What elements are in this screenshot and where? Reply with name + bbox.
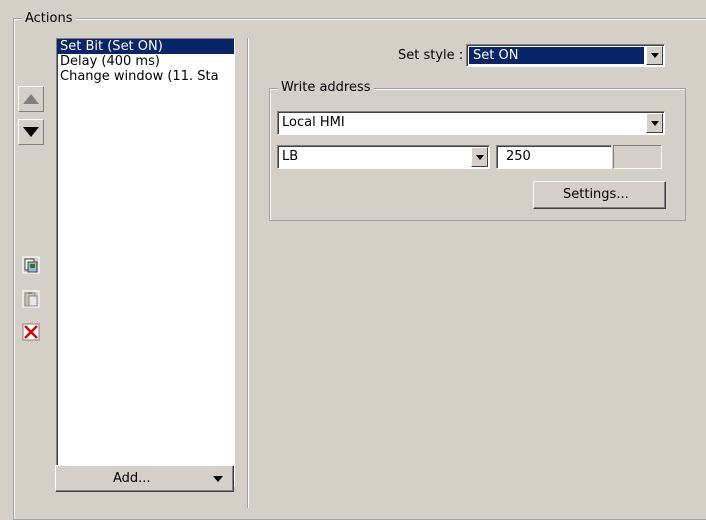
address-extra-field [613,145,662,169]
device-value: Local HMI [282,115,345,130]
move-up-button[interactable] [18,86,44,112]
chevron-down-icon [213,476,223,482]
chevron-down-icon [650,53,659,58]
set-style-label: Set style : [398,48,464,63]
device-dropdown-arrow[interactable] [646,113,663,133]
address-value: 250 [506,149,531,164]
add-button-label: Add... [113,471,151,486]
paste-button[interactable] [22,290,40,308]
settings-button[interactable]: Settings... [533,181,666,209]
move-down-button[interactable] [18,119,44,145]
list-item[interactable]: Set Bit (Set ON) [57,39,234,54]
register-dropdown-arrow[interactable] [471,147,488,167]
move-up-icon [23,94,39,104]
list-item[interactable]: Delay (400 ms) [57,54,234,69]
set-style-select[interactable]: Set ON [466,44,665,67]
register-value: LB [282,149,299,164]
actions-group-title: Actions [22,11,76,26]
paste-icon [22,290,40,308]
delete-button[interactable] [22,323,40,341]
delete-icon [22,323,40,341]
chevron-down-icon [650,120,659,126]
address-input[interactable]: 250 [496,145,612,169]
add-action-button[interactable]: Add... [55,465,234,492]
panel-separator [247,38,248,508]
chevron-down-icon [475,154,484,160]
copy-button[interactable] [22,256,40,274]
settings-button-label: Settings... [563,187,629,202]
device-select[interactable]: Local HMI [277,111,665,135]
copy-icon [22,256,40,274]
write-address-title: Write address [278,80,374,95]
actions-list[interactable]: Set Bit (Set ON) Delay (400 ms) Change win… [56,38,235,486]
move-down-icon [23,127,39,137]
set-style-dropdown-arrow[interactable] [646,46,663,65]
list-item[interactable]: Change window (11. Sta [57,69,234,84]
register-select[interactable]: LB [277,145,490,169]
set-style-value: Set ON [473,48,519,63]
